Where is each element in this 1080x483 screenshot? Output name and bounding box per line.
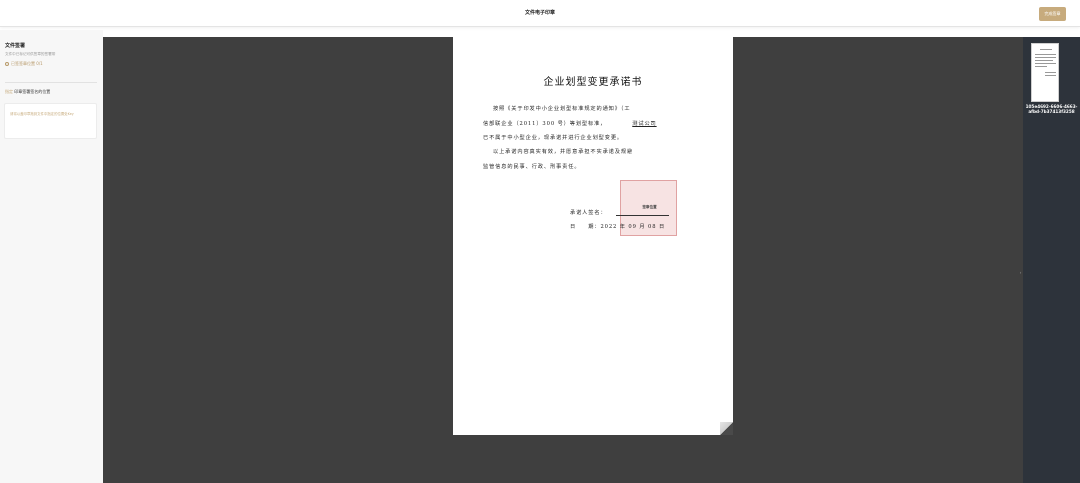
- stamp-position-text: 印章签署签名的位置: [14, 89, 51, 94]
- sidebar: 文件签署 文件中已标记可供签章的签署带 已签签章位置 0/1 指定 印章签署签名…: [0, 30, 103, 483]
- collapse-rail-icon[interactable]: ›: [1018, 265, 1023, 279]
- sidebar-section-title: 文件签署: [5, 43, 26, 49]
- stamp-position-heading: 指定 印章签署签名的位置: [5, 89, 50, 95]
- check-circle-icon: [5, 62, 9, 66]
- doc-line-3: 已不属于中小型企业，现承诺并进行企业划型变更。: [483, 135, 624, 141]
- top-bar: 文件电子印章 完成签章: [0, 0, 1080, 27]
- stamp-card-text: 请将以盖印章拖到文件中指定的位置处Key: [10, 112, 74, 116]
- finish-signing-button[interactable]: 完成签章: [1039, 7, 1066, 21]
- date-line: 日 期：2022 年 09 月 08 日: [570, 224, 666, 230]
- divider: [5, 82, 97, 83]
- page-thumbnail[interactable]: [1031, 43, 1059, 102]
- thumbnail-rail: › 105e4692-6606-4663-afbd-7b37413f3258: [1018, 37, 1080, 483]
- doc-line-5: 监管信息的民事、行政、刑事责任。: [483, 164, 581, 170]
- signed-count: 已签签章位置 0/1: [5, 61, 43, 67]
- sidebar-section-desc: 文件中已标记可供签章的签署带: [5, 52, 56, 56]
- doc-line-1: 按照《关于印发中小企业划型标准规定的通知》（工: [493, 106, 631, 112]
- document-heading: 企业划型变更承诺书: [543, 77, 643, 88]
- doc-line-2: 信部联企业（2011）300 号）等划型标准， 测试公司: [483, 120, 657, 127]
- page-corner-fold: [720, 422, 733, 435]
- page-title: 文件电子印章: [524, 10, 555, 16]
- signed-count-text: 已签签章位置 0/1: [11, 61, 43, 66]
- stamp-card[interactable]: 请将以盖印章拖到文件中指定的位置处Key: [4, 103, 97, 139]
- signer-label: 承诺人签名：: [570, 210, 607, 216]
- document-page[interactable]: 企业划型变更承诺书 按照《关于印发中小企业划型标准规定的通知》（工 信部联企业（…: [453, 37, 733, 435]
- company-name: 测试公司: [632, 121, 657, 127]
- doc-line-4: 以上承诺内容真实有效，并愿意承担不实承诺及规避: [493, 149, 634, 155]
- stamp-position-prefix: 指定: [5, 89, 13, 94]
- signature-line: [616, 215, 669, 216]
- doc-line-2-text: 信部联企业（2011）300 号）等划型标准，: [483, 121, 607, 127]
- document-viewer[interactable]: 企业划型变更承诺书 按照《关于印发中小企业划型标准规定的通知》（工 信部联企业（…: [103, 37, 1023, 483]
- stamp-position-label: 签章位置: [642, 205, 657, 209]
- thumbnail-file-name: 105e4692-6606-4663-afbd-7b37413f3258: [1025, 104, 1078, 115]
